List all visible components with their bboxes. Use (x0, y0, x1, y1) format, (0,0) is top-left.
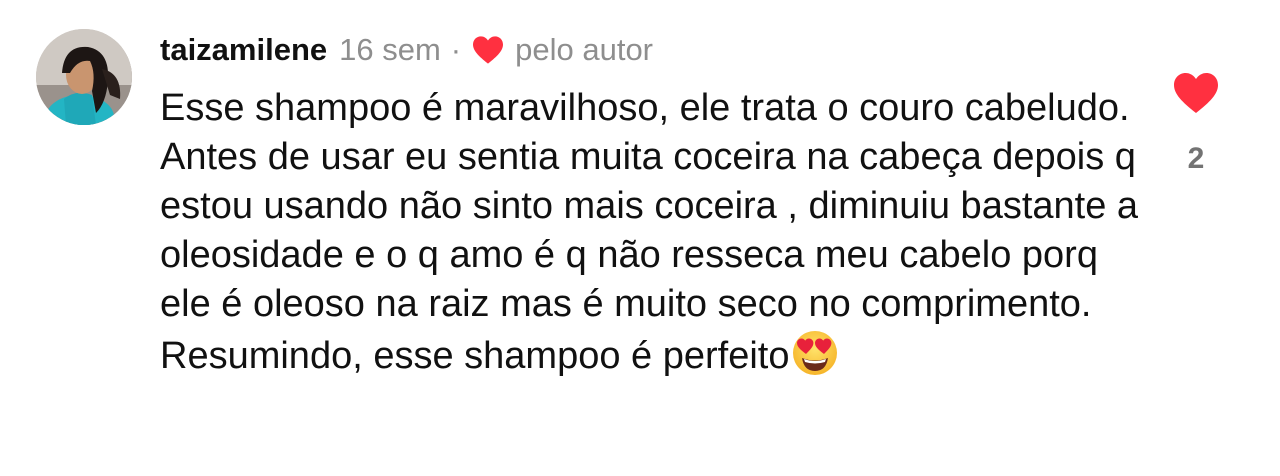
separator: · (450, 32, 462, 67)
timestamp: 16 sem (339, 32, 441, 67)
like-count[interactable]: 2 (1176, 142, 1216, 176)
avatar[interactable] (36, 29, 132, 125)
heart-icon (1174, 73, 1218, 113)
like-button[interactable] (1171, 71, 1221, 115)
heart-eyes-emoji-icon (793, 331, 838, 375)
comment-body: Esse shampoo é maravilhoso, ele trata o … (160, 87, 1139, 377)
comment-header: taizamilene 16 sem · pelo autor (160, 28, 653, 72)
username[interactable]: taizamilene (160, 28, 327, 72)
liked-by-author-label: pelo autor (515, 32, 654, 67)
heart-icon (473, 36, 504, 64)
comment-text: Esse shampoo é maravilhoso, ele trata o … (160, 84, 1150, 381)
